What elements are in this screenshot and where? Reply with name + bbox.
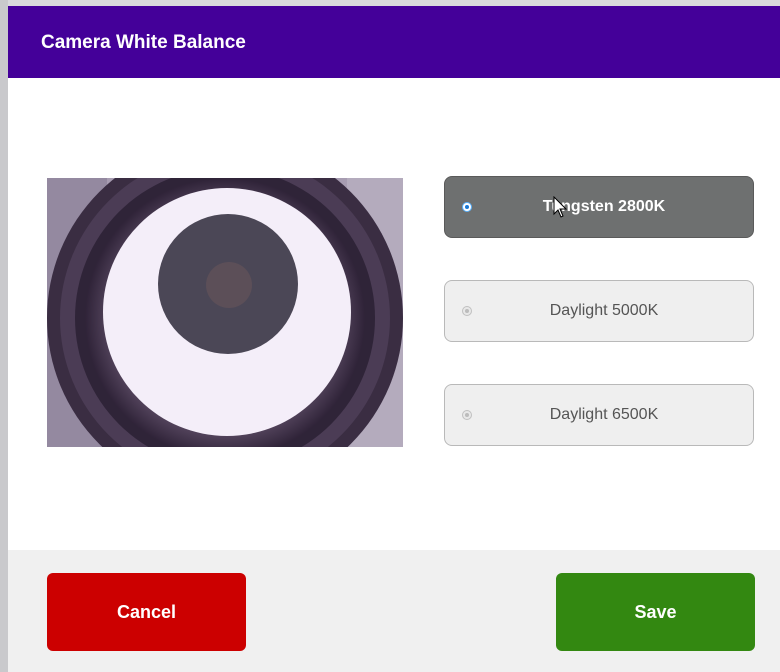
cancel-button[interactable]: Cancel	[47, 573, 246, 651]
dialog-header: Camera White Balance	[8, 6, 780, 78]
option-daylight-5000k[interactable]: Daylight 5000K	[444, 280, 754, 342]
dialog-footer: Cancel Save	[8, 550, 780, 672]
option-label: Tungsten 2800K	[542, 198, 666, 215]
dialog-title: Camera White Balance	[41, 32, 246, 53]
option-label: Daylight 5000K	[549, 302, 659, 319]
save-button[interactable]: Save	[556, 573, 755, 651]
option-daylight-6500k[interactable]: Daylight 6500K	[444, 384, 754, 446]
option-label: Daylight 6500K	[549, 406, 659, 423]
camera-preview-image	[47, 178, 403, 447]
camera-preview	[47, 178, 403, 447]
background-edge	[0, 0, 8, 672]
mouse-pointer-icon	[553, 196, 568, 218]
white-balance-dialog: Camera White Balance Tungsten 2800K Dayl…	[8, 6, 780, 672]
option-tungsten-2800k[interactable]: Tungsten 2800K	[444, 176, 754, 238]
